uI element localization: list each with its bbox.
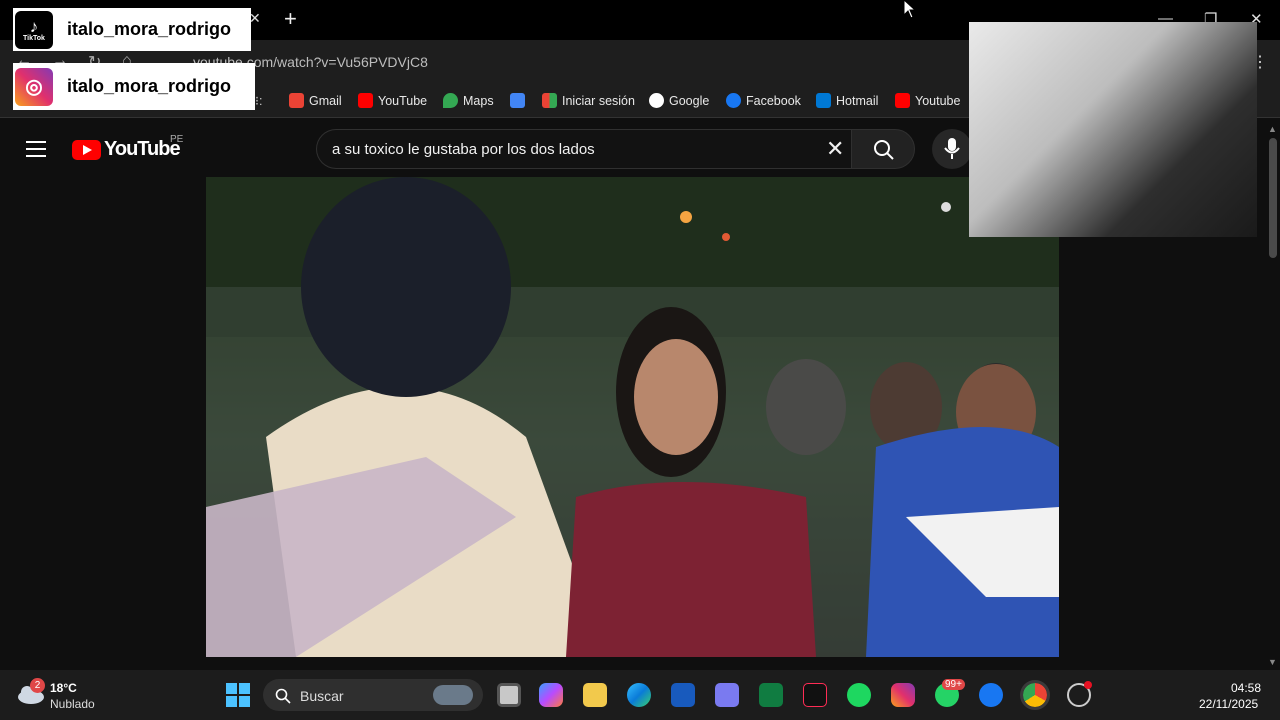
bookmark-label: Hotmail	[836, 93, 879, 108]
youtube-icon	[895, 93, 910, 108]
file-explorer-icon[interactable]	[583, 683, 607, 707]
bookmark-maps[interactable]: Maps	[443, 93, 494, 108]
microsoft-store-icon[interactable]	[715, 683, 739, 707]
youtube-logo-text: YouTube	[104, 138, 181, 160]
bookmark-label: Google	[669, 93, 710, 108]
clock-time[interactable]: 04:58	[1231, 681, 1261, 695]
bookmark-google-plus[interactable]	[510, 93, 525, 108]
bookmark-youtube-2[interactable]: Youtube	[895, 93, 960, 108]
bookmark-label: Maps	[463, 93, 494, 108]
instagram-icon: ◎	[15, 67, 53, 106]
bookmark-label: Gmail	[309, 93, 342, 108]
bookmark-facebook[interactable]: Facebook	[726, 93, 801, 108]
google-plus-icon	[510, 93, 525, 108]
search-icon	[874, 140, 894, 160]
page-scrollbar[interactable]: ▲ ▼	[1266, 122, 1280, 670]
bookmark-google[interactable]: Google	[649, 93, 709, 108]
excel-icon[interactable]	[759, 683, 783, 707]
maps-icon	[443, 93, 458, 108]
scroll-up-icon[interactable]: ▲	[1268, 124, 1277, 134]
facebook-icon	[726, 93, 741, 108]
menu-icon[interactable]	[26, 141, 46, 162]
taskbar-search-input[interactable]: Buscar	[263, 679, 483, 711]
tiktok-handle: italo_mora_rodrigo	[67, 19, 232, 39]
task-view-icon[interactable]	[497, 683, 521, 707]
scroll-down-icon[interactable]: ▼	[1268, 657, 1277, 667]
apps-icon[interactable]: ⁝:	[255, 93, 262, 108]
word-icon[interactable]	[671, 683, 695, 707]
mouse-cursor-icon	[904, 0, 916, 19]
search-highlight-image	[433, 685, 473, 705]
instagram-icon[interactable]	[891, 683, 915, 707]
bookmark-label: YouTube	[378, 93, 428, 108]
tiktok-icon: ♪ TikTok	[15, 10, 53, 49]
weather-description[interactable]: Nublado	[50, 697, 95, 711]
chrome-icon[interactable]	[1020, 680, 1050, 710]
google-icon	[649, 93, 664, 108]
clear-search-icon[interactable]: ✕	[826, 136, 844, 162]
webcam-overlay	[969, 22, 1257, 237]
windows-start-icon[interactable]	[226, 683, 250, 707]
instagram-overlay: ◎ italo_mora_rodrigo	[13, 63, 255, 110]
bookmark-gmail[interactable]: Gmail	[289, 93, 342, 108]
youtube-play-icon	[72, 139, 101, 160]
bookmark-hotmail[interactable]: Hotmail	[816, 93, 878, 108]
scroll-thumb[interactable]	[1269, 138, 1277, 258]
weather-temperature[interactable]: 18°C	[50, 681, 77, 695]
search-input[interactable]: a su toxico le gustaba por los dos lados…	[316, 129, 851, 169]
new-tab-icon[interactable]: +	[284, 6, 297, 32]
video-player[interactable]	[206, 177, 1059, 657]
outlook-icon	[816, 93, 831, 108]
youtube-icon	[358, 93, 373, 108]
country-code: PE	[170, 134, 184, 145]
microphone-icon	[944, 138, 960, 159]
spotify-icon[interactable]	[847, 683, 871, 707]
tiktok-logo-label: TikTok	[23, 34, 45, 42]
bookmark-label: Facebook	[746, 93, 801, 108]
facebook-icon[interactable]	[979, 683, 1003, 707]
voice-search-button[interactable]	[932, 129, 972, 169]
bookmark-label: Iniciar sesión	[562, 93, 635, 108]
tiktok-overlay: ♪ TikTok italo_mora_rodrigo	[13, 8, 251, 51]
edge-icon[interactable]	[627, 683, 651, 707]
copilot-icon[interactable]	[539, 683, 563, 707]
bookmark-label: Youtube	[915, 93, 961, 108]
microsoft-icon	[542, 93, 557, 108]
taskbar: 2 18°C Nublado Buscar 99+ 04:58 22/11/20…	[0, 670, 1280, 720]
youtube-logo[interactable]: YouTube	[72, 138, 181, 161]
recording-dot-icon	[1084, 681, 1092, 689]
video-frame	[206, 177, 1059, 657]
bookmark-iniciar-sesion[interactable]: Iniciar sesión	[542, 93, 635, 108]
search-query: a su toxico le gustaba por los dos lados	[332, 141, 595, 158]
weather-badge: 2	[30, 678, 45, 693]
search-icon	[275, 688, 291, 704]
tiktok-icon[interactable]	[803, 683, 827, 707]
clock-date[interactable]: 22/11/2025	[1199, 697, 1258, 711]
bookmark-youtube[interactable]: YouTube	[358, 93, 427, 108]
instagram-handle: italo_mora_rodrigo	[67, 76, 232, 96]
taskbar-search-placeholder: Buscar	[300, 688, 344, 704]
gmail-icon	[289, 93, 304, 108]
whatsapp-badge: 99+	[942, 679, 965, 690]
search-button[interactable]	[851, 129, 915, 169]
